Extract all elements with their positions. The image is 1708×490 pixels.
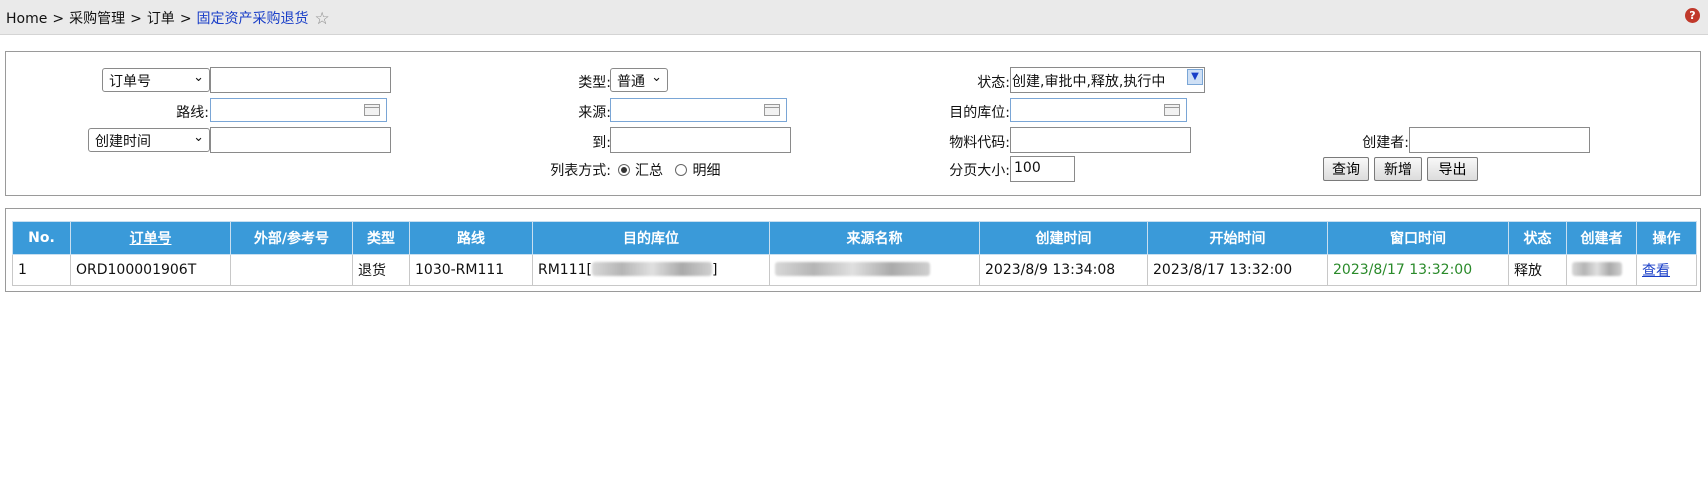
cell-external-ref	[230, 254, 353, 286]
chevron-down-icon[interactable]: ▼	[1187, 69, 1203, 85]
list-mode-detail-label: 明细	[692, 163, 721, 179]
time-from-input[interactable]	[210, 127, 391, 153]
table-header-row: No. 订单号 外部/参考号 类型 路线 目的库位 来源名称 创建时间 开始时间…	[12, 221, 1697, 255]
favorite-star-icon[interactable]: ☆	[315, 9, 330, 29]
material-code-input[interactable]	[1010, 127, 1191, 153]
list-mode-detail-radio[interactable]: 明细	[675, 163, 720, 179]
redacted-text	[592, 262, 712, 276]
type-select-value: 普通	[617, 74, 645, 90]
lookup-icon[interactable]	[764, 104, 780, 116]
cell-type: 退货	[352, 254, 410, 286]
breadcrumb: Home > 采购管理 > 订单 > 固定资产采购退货 ☆	[6, 8, 330, 29]
order-field-select-value: 订单号	[109, 74, 151, 90]
breadcrumb-home[interactable]: Home	[6, 11, 47, 27]
route-label: 路线:	[176, 105, 209, 121]
page-size-input[interactable]: 100	[1010, 156, 1075, 182]
cell-destination: RM111[]	[532, 254, 770, 286]
time-field-select[interactable]: 创建时间 ⌄	[88, 128, 210, 152]
page-size-label: 分页大小:	[949, 163, 1010, 179]
lookup-icon[interactable]	[1164, 104, 1180, 116]
chevron-down-icon: ⌄	[193, 130, 204, 145]
time-field-select-value: 创建时间	[95, 134, 151, 150]
chevron-down-icon: ⌄	[193, 70, 204, 85]
list-mode-summary-radio[interactable]: 汇总	[618, 163, 663, 179]
to-label: 到:	[592, 135, 611, 151]
destination-label: 目的库位:	[949, 105, 1010, 121]
destination-input[interactable]	[1010, 98, 1187, 122]
page-size-value: 100	[1014, 160, 1041, 176]
destination-code: RM111[	[538, 262, 592, 278]
cell-no: 1	[12, 254, 71, 286]
redacted-text	[775, 262, 930, 276]
breadcrumb-separator: >	[179, 11, 192, 27]
cell-order-no: ORD100001906T	[70, 254, 231, 286]
redacted-text	[1572, 262, 1622, 276]
column-header: 状态	[1508, 221, 1567, 255]
column-header: 操作	[1636, 221, 1697, 255]
cell-source-name	[769, 254, 980, 286]
status-multiselect[interactable]: 创建,审批中,释放,执行中 ▼	[1010, 67, 1205, 93]
export-button[interactable]: 导出	[1427, 157, 1478, 181]
results-panel: No. 订单号 外部/参考号 类型 路线 目的库位 来源名称 创建时间 开始时间…	[5, 208, 1701, 292]
lookup-icon[interactable]	[364, 104, 380, 116]
column-header: No.	[12, 221, 71, 255]
breadcrumb-current[interactable]: 固定资产采购退货	[197, 11, 309, 27]
source-label: 来源:	[578, 105, 611, 121]
cell-route: 1030-RM111	[409, 254, 533, 286]
material-code-label: 物料代码:	[949, 135, 1010, 151]
source-input[interactable]	[610, 98, 787, 122]
column-header: 路线	[409, 221, 533, 255]
order-field-select[interactable]: 订单号 ⌄	[102, 68, 210, 92]
orders-table: No. 订单号 外部/参考号 类型 路线 目的库位 来源名称 创建时间 开始时间…	[12, 221, 1697, 286]
column-header: 来源名称	[769, 221, 980, 255]
cell-start-time: 2023/8/17 13:32:00	[1147, 254, 1328, 286]
list-mode-options: 汇总 明细	[618, 160, 720, 180]
help-icon[interactable]: ?	[1685, 8, 1700, 23]
status-label: 状态:	[977, 75, 1010, 91]
radio-checked-icon	[618, 164, 630, 176]
cell-window-time: 2023/8/17 13:32:00	[1327, 254, 1509, 286]
creator-input[interactable]	[1409, 127, 1590, 153]
type-label: 类型:	[578, 75, 611, 91]
search-panel: 订单号 ⌄ 路线: 创建时间 ⌄ 类型: 普通 ⌄ 来源: 到: 列表方式: 汇总 明…	[5, 51, 1701, 196]
order-number-input[interactable]	[210, 67, 391, 93]
type-select[interactable]: 普通 ⌄	[610, 68, 668, 92]
time-to-input[interactable]	[610, 127, 791, 153]
column-header: 创建时间	[979, 221, 1148, 255]
column-header: 窗口时间	[1327, 221, 1509, 255]
breadcrumb-separator: >	[130, 11, 142, 27]
chevron-down-icon: ⌄	[651, 70, 662, 85]
view-link[interactable]: 查看	[1642, 263, 1670, 279]
breadcrumb-order[interactable]: 订单	[147, 11, 175, 27]
cell-status: 释放	[1508, 254, 1567, 286]
destination-bracket: ]	[712, 262, 718, 278]
list-mode-summary-label: 汇总	[635, 163, 663, 179]
creator-label: 创建者:	[1362, 135, 1409, 151]
column-header: 创建者	[1566, 221, 1637, 255]
column-header: 外部/参考号	[230, 221, 353, 255]
top-bar: Home > 采购管理 > 订单 > 固定资产采购退货 ☆ ?	[0, 0, 1708, 35]
radio-unchecked-icon	[675, 164, 688, 176]
query-button[interactable]: 查询	[1323, 157, 1369, 181]
table-row: 1 ORD100001906T 退货 1030-RM111 RM111[] 20…	[12, 254, 1697, 286]
column-header: 类型	[352, 221, 410, 255]
column-header: 开始时间	[1147, 221, 1328, 255]
column-header: 目的库位	[532, 221, 770, 255]
cell-action: 查看	[1636, 254, 1697, 286]
list-mode-label: 列表方式:	[550, 163, 611, 179]
route-input[interactable]	[210, 98, 387, 122]
cell-creator	[1566, 254, 1637, 286]
column-header-sortable[interactable]: 订单号	[70, 221, 231, 255]
cell-created-time: 2023/8/9 13:34:08	[979, 254, 1148, 286]
breadcrumb-purchase-management[interactable]: 采购管理	[69, 11, 125, 27]
add-button[interactable]: 新增	[1374, 157, 1422, 181]
breadcrumb-separator: >	[52, 11, 65, 27]
status-multiselect-value: 创建,审批中,释放,执行中	[1012, 74, 1166, 90]
